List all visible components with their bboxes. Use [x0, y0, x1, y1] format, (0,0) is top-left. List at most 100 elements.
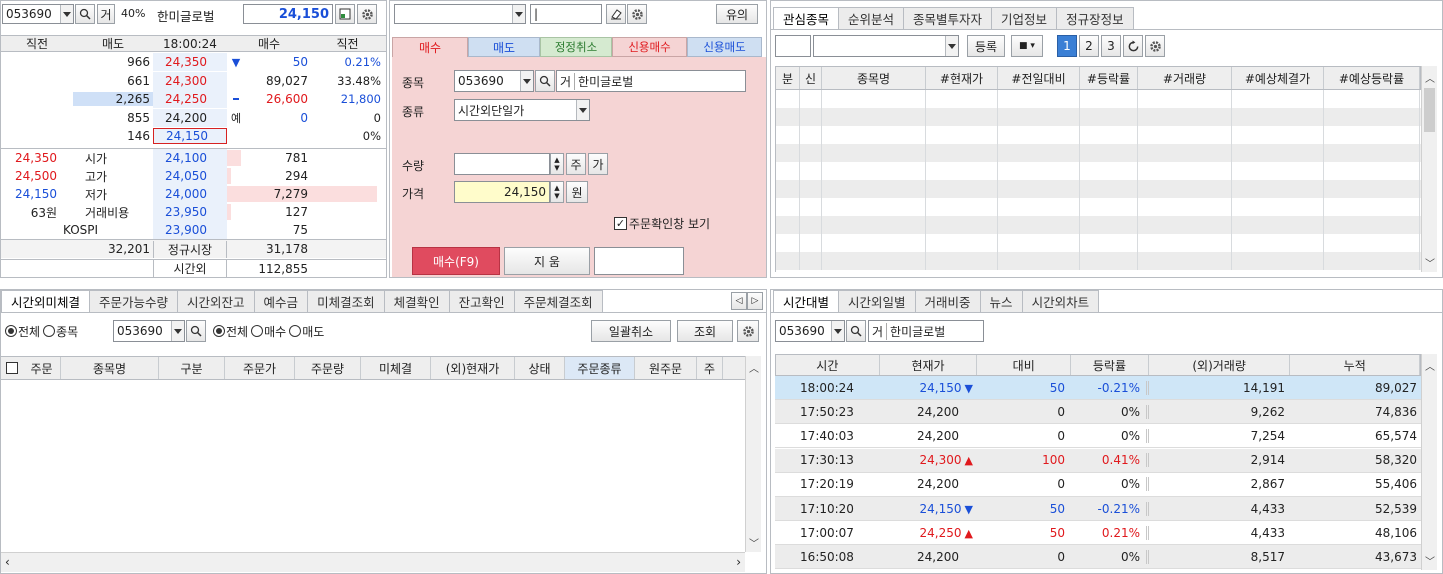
view-mode-select[interactable]: ■ ▾ [1011, 35, 1043, 57]
checkbox-checked-icon[interactable]: ✓ [614, 216, 627, 230]
pending-col-header[interactable]: 주문가 [225, 357, 295, 379]
pending-col-header[interactable]: 구분 [159, 357, 225, 379]
tab-scroll-left[interactable]: ◁ [731, 292, 747, 310]
dropdown-icon[interactable] [831, 321, 844, 341]
radio-side-sell[interactable]: 매도 [289, 323, 324, 340]
timeline-table-row[interactable]: 17:50:23 24,200 0 0% 9,262 74,836 [775, 400, 1421, 425]
tab-credit-buy[interactable]: 신용매수 [612, 37, 687, 57]
bid-price[interactable]: 23,950 [153, 203, 227, 221]
watch-col-header[interactable]: 종목명 [822, 67, 926, 89]
radio-side-all-selected[interactable]: 전체 [213, 323, 248, 340]
tab-order-execution[interactable]: 주문체결조회 [513, 290, 603, 312]
clear-button[interactable]: 지 움 [504, 247, 590, 275]
watch-col-header[interactable]: #예상체결가 [1232, 67, 1324, 89]
pending-col-header[interactable]: 주문 [23, 357, 61, 379]
radio-all-selected[interactable]: 전체 [5, 323, 40, 340]
refresh-icon[interactable] [1123, 35, 1143, 57]
eraser-icon[interactable] [606, 4, 626, 24]
ask-price[interactable]: 24,200 [153, 108, 227, 127]
tab-credit-sell[interactable]: 신용매도 [687, 37, 762, 57]
pending-col-header[interactable]: 미체결 [361, 357, 431, 379]
search-icon[interactable] [846, 320, 866, 342]
timeline-col-header[interactable]: 현재가 [880, 355, 978, 375]
bid-row[interactable]: 24,500 고가 24,050 294 [1, 167, 386, 185]
timeline-table-row[interactable]: 17:40:03 24,200 0 0% 7,254 65,574 [775, 424, 1421, 449]
tab-company[interactable]: 기업정보 [991, 7, 1058, 29]
qty-input[interactable] [454, 153, 550, 175]
pending-col-header[interactable]: 주문종류 [565, 357, 635, 379]
timeline-col-header[interactable]: 누적 [1290, 355, 1420, 375]
gear-icon[interactable] [1145, 35, 1165, 57]
bid-row[interactable]: 63원 거래비용 23,950 127 [1, 203, 386, 221]
bid-row[interactable]: 24,350 시가 24,100 781 [1, 149, 386, 167]
watch-col-header[interactable]: #전일대비 [998, 67, 1080, 89]
tab-afterhours-daily[interactable]: 시간외일별 [838, 290, 916, 312]
register-button[interactable]: 등록 [967, 35, 1005, 57]
qty-unit-available[interactable]: 가 [588, 153, 608, 175]
ask-price[interactable]: 24,150 [153, 128, 227, 145]
timeline-table-row[interactable]: 17:20:19 24,200 0 0% 2,867 55,406 [775, 472, 1421, 497]
pending-col-header[interactable]: 원주문 [635, 357, 697, 379]
page-3-button[interactable]: 3 [1101, 35, 1121, 57]
gear-icon[interactable] [357, 4, 377, 24]
timeline-table-row[interactable]: 18:00:24 24,150 ▼ 50 -0.21% 14,191 89,027 [775, 376, 1421, 400]
search-icon[interactable] [75, 4, 95, 24]
timeline-code-input[interactable]: 053690 [775, 320, 845, 342]
watch-table-row[interactable] [776, 216, 1422, 234]
dropdown-icon[interactable] [60, 5, 73, 23]
account-select[interactable] [394, 4, 526, 24]
pending-col-header[interactable]: 종목명 [61, 357, 159, 379]
timeline-table-row[interactable]: 17:30:13 24,300 ▲ 100 0.41% 2,914 58,320 [775, 448, 1421, 473]
watch-col-header[interactable]: #등락률 [1080, 67, 1138, 89]
tab-scroll-right[interactable]: ▷ [747, 292, 763, 310]
tab-news[interactable]: 뉴스 [979, 290, 1023, 312]
watch-table-row[interactable] [776, 198, 1422, 216]
radio-side-buy[interactable]: 매수 [251, 323, 286, 340]
ask-price[interactable]: 24,250 [153, 90, 227, 109]
pending-col-header[interactable]: 주문량 [295, 357, 361, 379]
dropdown-icon[interactable] [512, 5, 525, 23]
tab-ranking[interactable]: 순위분석 [838, 7, 905, 29]
tab-buy[interactable]: 매수 [392, 37, 468, 57]
tab-balance-check[interactable]: 잔고확인 [448, 290, 515, 312]
timeline-table-row[interactable]: 17:00:07 24,250 ▲ 50 0.21% 4,433 48,106 [775, 521, 1421, 546]
qty-stepper[interactable]: ▲ ▼ [550, 153, 564, 175]
tab-deposit[interactable]: 예수금 [253, 290, 309, 312]
page-2-button[interactable]: 2 [1079, 35, 1099, 57]
watch-table-row[interactable] [776, 252, 1422, 270]
pending-col-header[interactable]: (외)현재가 [431, 357, 515, 379]
bid-row[interactable]: 24,150 저가 24,000 7,279 [1, 185, 386, 203]
pending-col-header[interactable]: 주 [697, 357, 723, 379]
bid-price[interactable]: 24,050 [153, 167, 227, 185]
ask-row[interactable]: 966 24,350 ▼ 50 0.21% [1, 53, 386, 71]
dropdown-icon[interactable] [576, 100, 589, 120]
price-input[interactable]: 24,150 [454, 181, 550, 203]
order-code-input[interactable]: 053690 [454, 70, 534, 92]
bid-price[interactable]: 23,900 [153, 221, 227, 239]
tab-sell[interactable]: 매도 [468, 37, 540, 57]
search-icon[interactable] [535, 70, 555, 92]
qty-unit-share[interactable]: 주 [566, 153, 586, 175]
ask-row[interactable]: 855 24,200 예 0 0 [1, 108, 386, 127]
gear-icon[interactable] [737, 320, 759, 342]
tab-regular-info[interactable]: 정규장정보 [1056, 7, 1134, 29]
tab-execution-check[interactable]: 체결확인 [383, 290, 450, 312]
watch-table-row[interactable] [776, 108, 1422, 126]
select-all-checkbox[interactable] [1, 357, 23, 379]
dropdown-icon[interactable] [945, 36, 958, 56]
pending-col-header[interactable]: 상태 [515, 357, 565, 379]
watch-table-row[interactable] [776, 90, 1422, 108]
timeline-col-header[interactable]: 시간 [776, 355, 880, 375]
group-code-input[interactable] [775, 35, 811, 57]
timeline-col-header[interactable]: (외)거래량 [1149, 355, 1291, 375]
pending-scrollbar-h[interactable]: ‹ › [1, 552, 745, 572]
ask-row[interactable]: 2,265 24,250 26,600 21,800 [1, 90, 386, 109]
bid-price[interactable]: 24,000 [153, 185, 227, 203]
tab-pending-query[interactable]: 미체결조회 [307, 290, 385, 312]
cancel-all-button[interactable]: 일괄취소 [591, 320, 671, 342]
chart-toggle-icon[interactable] [335, 4, 355, 24]
timeline-table-row[interactable]: 17:10:20 24,150 ▼ 50 -0.21% 4,433 52,539 [775, 497, 1421, 521]
tab-watchlist[interactable]: 관심종목 [773, 7, 840, 29]
ask-row[interactable]: 661 24,300 89,027 33.48% [1, 71, 386, 90]
watch-table-row[interactable] [776, 162, 1422, 180]
